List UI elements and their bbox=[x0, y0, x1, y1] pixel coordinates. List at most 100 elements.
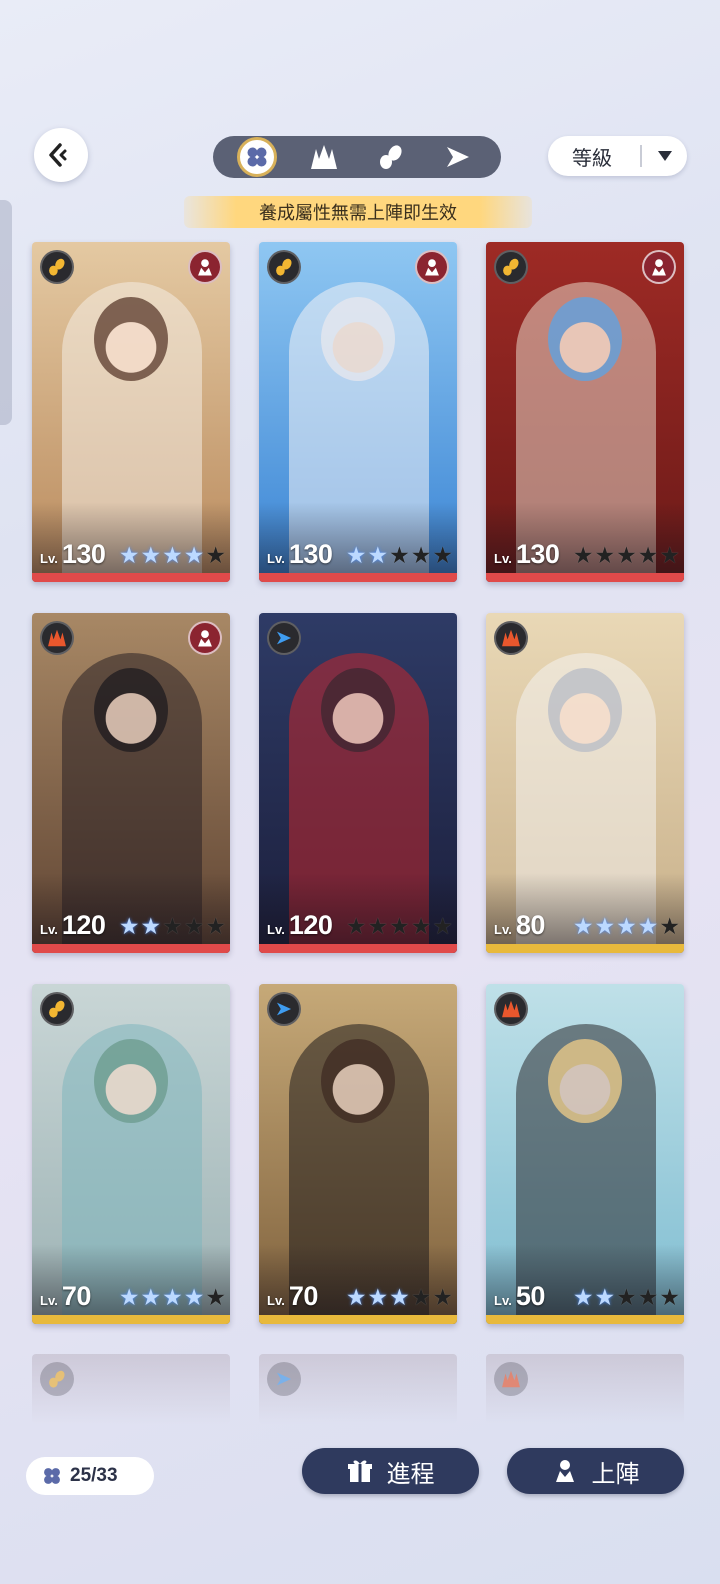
star-empty-icon: ★ bbox=[659, 1285, 680, 1311]
fire-element-icon bbox=[494, 621, 528, 655]
level-value: 120 bbox=[288, 910, 333, 940]
level-label: Lv. 120 bbox=[40, 910, 106, 941]
character-card[interactable]: Lv. 130 ★ ★ ★ ★ ★ bbox=[486, 242, 684, 582]
level-prefix: Lv. bbox=[267, 1293, 285, 1308]
level-label: Lv. 70 bbox=[267, 1281, 318, 1312]
side-drawer-handle[interactable] bbox=[0, 200, 12, 425]
character-card[interactable]: Lv. 120 ★ ★ ★ ★ ★ bbox=[259, 613, 457, 953]
character-card[interactable]: Lv. 120 ★ ★ ★ ★ ★ bbox=[32, 613, 230, 953]
level-value: 130 bbox=[515, 539, 560, 569]
star-filled-icon: ★ bbox=[637, 914, 659, 940]
star-empty-icon: ★ bbox=[572, 543, 594, 569]
level-value: 70 bbox=[61, 1281, 92, 1311]
star-filled-icon: ★ bbox=[118, 1285, 140, 1311]
deployed-badge-icon bbox=[188, 621, 222, 655]
level-prefix: Lv. bbox=[494, 551, 512, 566]
star-filled-icon: ★ bbox=[594, 914, 616, 940]
level-prefix: Lv. bbox=[267, 922, 285, 937]
character-card-partial[interactable] bbox=[32, 1354, 230, 1424]
filter-lightning[interactable] bbox=[357, 136, 424, 178]
star-filled-icon: ★ bbox=[367, 543, 389, 569]
next-row-faded bbox=[32, 1354, 692, 1424]
character-card-partial[interactable] bbox=[259, 1354, 457, 1424]
star-rating: ★ ★ ★ ★ ★ bbox=[346, 545, 453, 568]
deployed-badge-icon bbox=[188, 250, 222, 284]
deploy-button[interactable]: 上陣 bbox=[507, 1448, 684, 1494]
star-filled-icon: ★ bbox=[345, 543, 367, 569]
star-empty-icon: ★ bbox=[432, 1285, 453, 1311]
star-empty-icon: ★ bbox=[410, 1285, 432, 1311]
wind-element-icon bbox=[267, 1362, 301, 1396]
lightning-element-icon bbox=[40, 1362, 74, 1396]
star-empty-icon: ★ bbox=[389, 914, 410, 940]
star-filled-icon: ★ bbox=[572, 1285, 594, 1311]
star-empty-icon: ★ bbox=[594, 543, 616, 569]
filter-all[interactable] bbox=[223, 136, 290, 178]
character-card[interactable]: Lv. 70 ★ ★ ★ ★ ★ bbox=[259, 984, 457, 1324]
rarity-bar bbox=[486, 1315, 684, 1324]
rarity-bar bbox=[486, 573, 684, 582]
level-label: Lv. 70 bbox=[40, 1281, 91, 1312]
star-filled-icon: ★ bbox=[616, 914, 637, 940]
level-value: 70 bbox=[288, 1281, 319, 1311]
sort-dropdown[interactable]: 等級 bbox=[548, 136, 687, 176]
level-value: 130 bbox=[288, 539, 333, 569]
lightning-element-icon bbox=[40, 992, 74, 1026]
filter-fire[interactable] bbox=[290, 136, 357, 178]
star-empty-icon: ★ bbox=[659, 543, 680, 569]
rarity-bar bbox=[259, 944, 457, 953]
character-card[interactable]: Lv. 130 ★ ★ ★ ★ ★ bbox=[259, 242, 457, 582]
rarity-bar bbox=[259, 573, 457, 582]
lightning-element-icon bbox=[494, 250, 528, 284]
star-filled-icon: ★ bbox=[367, 1285, 389, 1311]
star-empty-icon: ★ bbox=[637, 543, 659, 569]
lightning-element-icon bbox=[379, 145, 402, 169]
character-card-partial[interactable] bbox=[486, 1354, 684, 1424]
star-filled-icon: ★ bbox=[389, 1285, 410, 1311]
filter-wind[interactable] bbox=[424, 136, 491, 178]
chevron-down-icon bbox=[642, 150, 687, 162]
rarity-bar bbox=[32, 1315, 230, 1324]
star-rating: ★ ★ ★ ★ ★ bbox=[573, 1287, 680, 1310]
lightning-element-icon bbox=[267, 250, 301, 284]
character-card[interactable]: Lv. 130 ★ ★ ★ ★ ★ bbox=[32, 242, 230, 582]
star-empty-icon: ★ bbox=[162, 914, 183, 940]
progress-button[interactable]: 進程 bbox=[302, 1448, 479, 1494]
star-empty-icon: ★ bbox=[432, 543, 453, 569]
level-label: Lv. 130 bbox=[40, 539, 106, 570]
star-filled-icon: ★ bbox=[345, 1285, 367, 1311]
star-filled-icon: ★ bbox=[118, 914, 140, 940]
star-rating: ★ ★ ★ ★ ★ bbox=[573, 545, 680, 568]
roster-count: 25/33 bbox=[26, 1457, 154, 1495]
level-label: Lv. 130 bbox=[267, 539, 333, 570]
star-filled-icon: ★ bbox=[140, 914, 162, 940]
star-empty-icon: ★ bbox=[659, 914, 680, 940]
level-prefix: Lv. bbox=[494, 922, 512, 937]
star-empty-icon: ★ bbox=[410, 914, 432, 940]
character-card[interactable]: Lv. 50 ★ ★ ★ ★ ★ bbox=[486, 984, 684, 1324]
star-empty-icon: ★ bbox=[410, 543, 432, 569]
deployed-badge-icon bbox=[415, 250, 449, 284]
level-label: Lv. 80 bbox=[494, 910, 545, 941]
clover-all-icon bbox=[247, 147, 266, 167]
wind-element-icon bbox=[267, 992, 301, 1026]
star-empty-icon: ★ bbox=[205, 1285, 226, 1311]
rarity-bar bbox=[486, 944, 684, 953]
back-button[interactable] bbox=[34, 128, 88, 182]
level-value: 80 bbox=[515, 910, 546, 940]
star-empty-icon: ★ bbox=[616, 543, 637, 569]
level-prefix: Lv. bbox=[40, 922, 58, 937]
level-value: 120 bbox=[61, 910, 106, 940]
character-card[interactable]: Lv. 80 ★ ★ ★ ★ ★ bbox=[486, 613, 684, 953]
sort-label: 等級 bbox=[572, 145, 612, 170]
star-filled-icon: ★ bbox=[118, 543, 140, 569]
character-card[interactable]: Lv. 70 ★ ★ ★ ★ ★ bbox=[32, 984, 230, 1324]
deployed-badge-icon bbox=[642, 250, 676, 284]
star-empty-icon: ★ bbox=[616, 1285, 637, 1311]
level-prefix: Lv. bbox=[267, 551, 285, 566]
back-arrow-icon bbox=[49, 143, 67, 167]
star-filled-icon: ★ bbox=[140, 543, 162, 569]
star-empty-icon: ★ bbox=[345, 914, 367, 940]
fire-element-icon bbox=[310, 145, 337, 169]
element-filter-bar bbox=[213, 136, 501, 178]
